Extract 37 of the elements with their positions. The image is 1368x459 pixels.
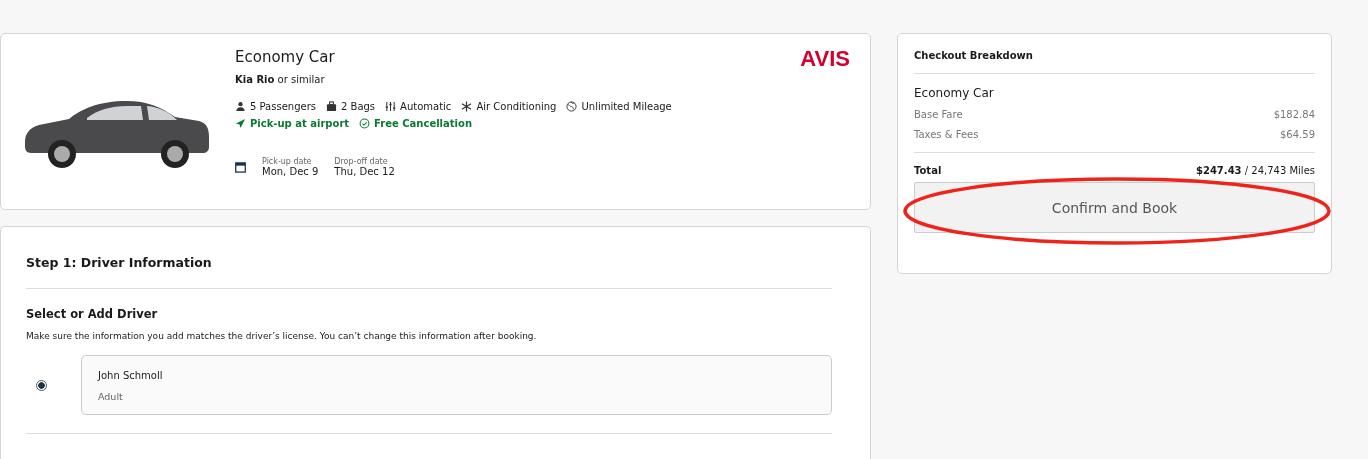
notice-text: Make sure the information you add matches the driver’s license. You can’t change this information after booking. [26, 331, 538, 341]
check-circle-icon [359, 118, 371, 129]
snowflake-icon [461, 101, 473, 112]
person-icon [235, 101, 246, 112]
sliders-icon [385, 101, 397, 112]
fee-label: Taxes & Fees [914, 129, 979, 140]
date-value: Mon, Dec 9 [262, 166, 319, 177]
fee-amount: $64.59 [1280, 129, 1315, 140]
car-category: Economy Car [235, 48, 336, 66]
driver-name: John Schmoll [98, 370, 164, 381]
card-title: Checkout Breakdown [914, 50, 1034, 61]
feature-label: Unlimited Mileage [566, 101, 672, 112]
section-heading: Select or Add Driver [26, 307, 159, 321]
feature-label: Air Conditioning [461, 101, 557, 112]
total-amount: $247.43 / 24,743 Miles [1196, 165, 1315, 176]
driver-option[interactable]: John Schmoll Adult [81, 355, 832, 415]
total-label: Total [914, 165, 942, 176]
date-label: Pick-up date [262, 157, 313, 166]
driver-type: Adult [98, 391, 124, 402]
calendar-icon [235, 161, 246, 173]
feature-label: 2 Bags [326, 101, 376, 112]
item-name: Economy Car [914, 86, 995, 100]
car-model: Kia Rio or similar [235, 74, 326, 85]
date-label: Drop-off date [334, 157, 389, 166]
perk-label: Pick-up at airport [235, 118, 350, 129]
section-title: Step 1: Driver Information [26, 255, 213, 270]
confirm-button[interactable]: Confirm and Book [914, 182, 1315, 233]
suitcase-icon [326, 101, 337, 112]
airplane-icon [235, 118, 246, 129]
feature-label: Automatic [385, 101, 452, 112]
date-value: Thu, Dec 12 [334, 166, 395, 177]
fee-label: Base Fare [914, 109, 963, 120]
feature-label: 5 Passengers [235, 101, 316, 112]
radio-button[interactable] [36, 379, 47, 391]
fee-amount: $182.84 [1273, 109, 1315, 120]
brand-logo: AVIS [800, 46, 850, 72]
perk-label: Free Cancellation [359, 118, 472, 129]
